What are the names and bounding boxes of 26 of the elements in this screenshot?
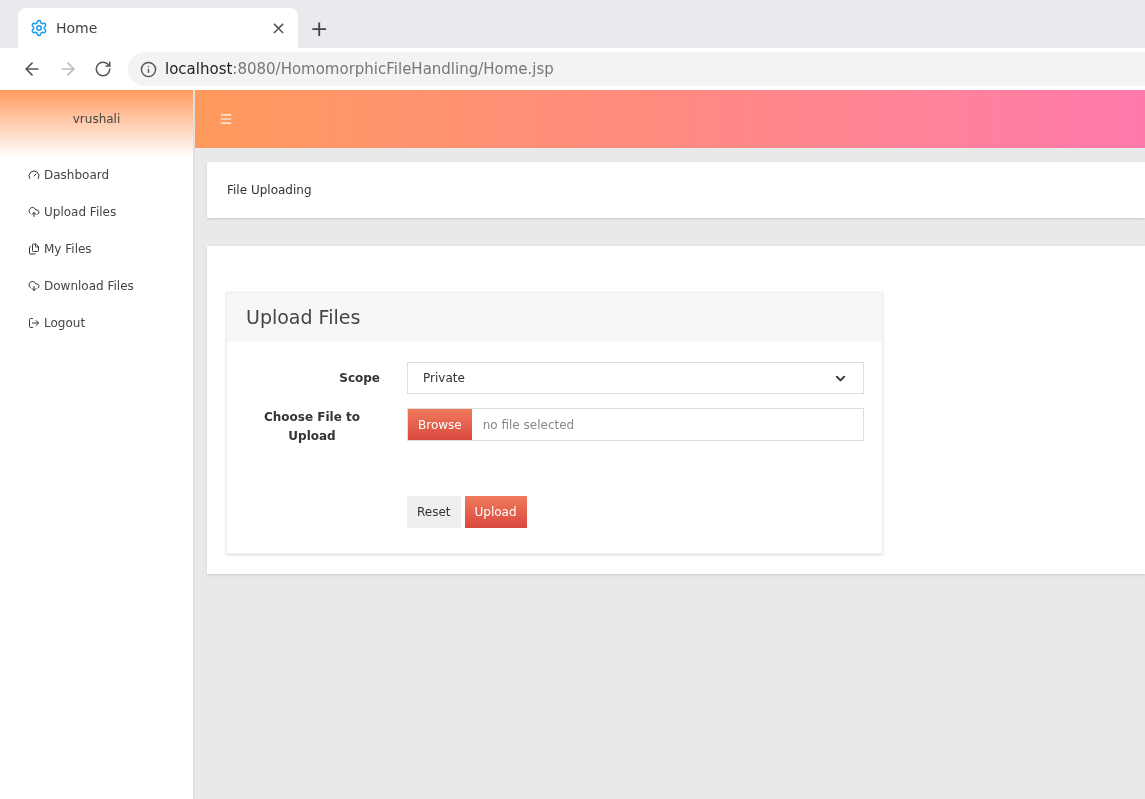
sidebar-item[interactable]: Logout [28, 314, 193, 332]
file-label: Choose File to Upload [263, 409, 361, 445]
cloud-download-icon [28, 280, 40, 292]
new-tab-button[interactable]: + [310, 18, 329, 40]
url-text: localhost:8080/HomomorphicFileHandling/Home.jsp [165, 58, 554, 80]
user-name: vrushali [72, 111, 121, 128]
files-icon [28, 243, 40, 255]
browser-tab[interactable]: Home × [18, 8, 298, 48]
gear-icon [30, 19, 48, 37]
panel-title: Upload Files [246, 305, 361, 331]
close-tab-button[interactable]: × [270, 19, 286, 37]
sidebar-item[interactable]: My Files [28, 240, 193, 258]
cloud-upload-icon [28, 206, 40, 218]
info-icon [140, 60, 157, 78]
page-title: File Uploading [227, 182, 312, 199]
sidebar-item[interactable]: Download Files [28, 277, 193, 295]
reload-icon[interactable] [94, 60, 112, 78]
logout-icon [28, 317, 40, 329]
gauge-icon [28, 169, 40, 181]
sidebar-item[interactable]: Dashboard [28, 166, 193, 184]
scope-select[interactable]: Private [407, 362, 864, 394]
scope-label: Scope [338, 370, 380, 387]
tab-title: Home [56, 18, 99, 38]
address-bar[interactable]: localhost:8080/HomomorphicFileHandling/Home.jsp [128, 52, 1145, 86]
sidebar-item[interactable]: Upload Files [28, 203, 193, 221]
reset-button[interactable]: Reset [407, 496, 461, 528]
